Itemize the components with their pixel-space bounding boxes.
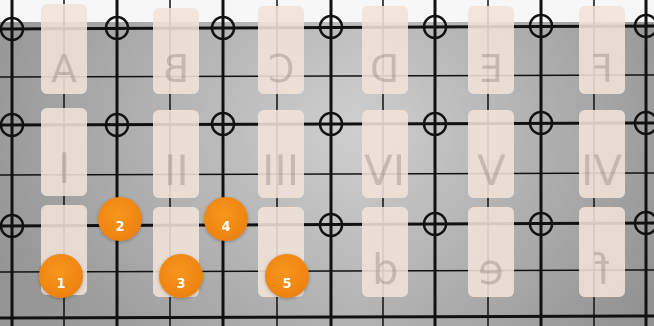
tile-label: f bbox=[594, 245, 610, 294]
marker-number: 4 bbox=[221, 220, 231, 235]
marker-number: 3 bbox=[176, 277, 186, 292]
touch-board: A B C D E F I II III IV V VI d e f 1 2 3… bbox=[0, 0, 654, 326]
tile-middle-6[interactable]: VI bbox=[579, 110, 625, 198]
tile-label: III bbox=[262, 146, 300, 195]
tile-middle-3[interactable]: III bbox=[258, 110, 304, 198]
tile-label: F bbox=[591, 47, 613, 91]
touch-marker-4[interactable]: 4 bbox=[204, 197, 248, 241]
tile-label: I bbox=[57, 144, 71, 193]
tile-label: C bbox=[267, 47, 295, 91]
tile-top-5[interactable]: E bbox=[468, 6, 514, 94]
tile-label: VI bbox=[581, 146, 623, 195]
tile-top-2[interactable]: B bbox=[153, 8, 199, 94]
tile-label: A bbox=[51, 47, 77, 91]
tile-bottom-5[interactable]: e bbox=[468, 207, 514, 297]
tile-label: D bbox=[370, 47, 400, 91]
tile-label: II bbox=[163, 146, 189, 195]
marker-number: 5 bbox=[282, 277, 292, 292]
tile-bottom-4[interactable]: d bbox=[362, 207, 408, 297]
tile-top-4[interactable]: D bbox=[362, 6, 408, 94]
tile-middle-2[interactable]: II bbox=[153, 110, 199, 198]
tile-middle-1[interactable]: I bbox=[41, 108, 87, 196]
tile-label: V bbox=[476, 146, 506, 195]
tile-middle-5[interactable]: V bbox=[468, 110, 514, 198]
marker-number: 1 bbox=[56, 277, 66, 292]
touch-marker-3[interactable]: 3 bbox=[159, 254, 203, 298]
marker-number: 2 bbox=[115, 220, 125, 235]
tile-top-6[interactable]: F bbox=[579, 6, 625, 94]
touch-marker-5[interactable]: 5 bbox=[265, 254, 309, 298]
tile-label: IV bbox=[364, 146, 406, 195]
tile-top-1[interactable]: A bbox=[41, 4, 87, 94]
tile-label: d bbox=[371, 245, 399, 294]
grid-lines bbox=[0, 0, 654, 326]
tile-top-3[interactable]: C bbox=[258, 6, 304, 94]
tile-label: E bbox=[478, 47, 503, 91]
touch-marker-2[interactable]: 2 bbox=[98, 197, 142, 241]
tile-label: e bbox=[478, 245, 504, 294]
tile-middle-4[interactable]: IV bbox=[362, 110, 408, 198]
touch-marker-1[interactable]: 1 bbox=[39, 254, 83, 298]
tile-bottom-6[interactable]: f bbox=[579, 207, 625, 297]
tile-label: B bbox=[162, 47, 190, 91]
